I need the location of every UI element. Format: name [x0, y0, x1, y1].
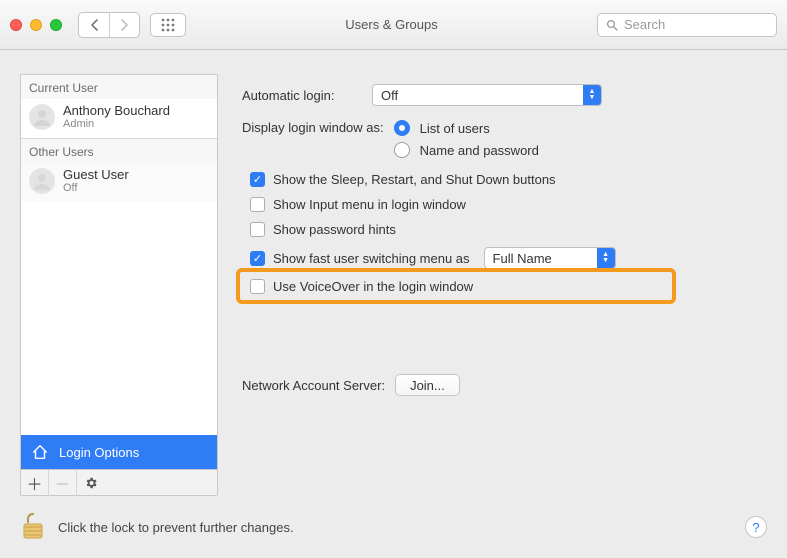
remove-user-button: －	[49, 470, 77, 496]
automatic-login-value: Off	[381, 88, 398, 103]
window-controls	[10, 19, 62, 31]
dropdown-stepper-icon: ▲▼	[597, 248, 615, 268]
sidebar-footer: ＋ －	[21, 469, 217, 495]
checkbox-input-label: Show Input menu in login window	[273, 197, 466, 212]
checkbox-hints-label: Show password hints	[273, 222, 396, 237]
display-login-label: Display login window as:	[242, 120, 384, 135]
checkbox-sleep-label: Show the Sleep, Restart, and Shut Down b…	[273, 172, 556, 187]
toolbar: Users & Groups	[0, 0, 787, 50]
radio-namepwd-label: Name and password	[420, 143, 539, 158]
login-options-label: Login Options	[59, 445, 139, 460]
current-user-name: Anthony Bouchard	[63, 103, 170, 118]
guest-user-row[interactable]: Guest User Off	[21, 163, 217, 202]
window-title: Users & Groups	[196, 17, 587, 32]
forward-button[interactable]	[109, 13, 139, 37]
login-options-panel: Automatic login: Off ▲▼ Display login wi…	[236, 74, 767, 496]
login-options-row[interactable]: Login Options	[21, 435, 217, 469]
radio-list-of-users[interactable]	[394, 120, 410, 136]
checkbox-fast-user-switching[interactable]: ✓	[250, 251, 265, 266]
checkbox-sleep-restart[interactable]: ✓	[250, 172, 265, 187]
avatar	[29, 104, 55, 130]
join-button[interactable]: Join...	[395, 374, 460, 396]
automatic-login-select[interactable]: Off ▲▼	[372, 84, 602, 106]
guest-user-role: Off	[63, 182, 129, 194]
current-user-row[interactable]: Anthony Bouchard Admin	[21, 99, 217, 138]
action-menu-button[interactable]	[77, 470, 105, 496]
search-icon	[606, 19, 618, 31]
add-user-button[interactable]: ＋	[21, 470, 49, 496]
fast-user-switching-value: Full Name	[493, 251, 552, 266]
dropdown-stepper-icon: ▲▼	[583, 85, 601, 105]
home-icon	[31, 443, 49, 461]
search-input[interactable]	[624, 17, 768, 32]
zoom-window-button[interactable]	[50, 19, 62, 31]
join-button-label: Join...	[410, 378, 445, 393]
network-account-server-label: Network Account Server:	[242, 378, 385, 393]
other-users-header: Other Users	[21, 139, 217, 163]
guest-user-name: Guest User	[63, 167, 129, 182]
radio-list-label: List of users	[420, 121, 490, 136]
minimize-window-button[interactable]	[30, 19, 42, 31]
radio-name-password[interactable]	[394, 142, 410, 158]
automatic-login-label: Automatic login:	[242, 88, 362, 103]
current-user-role: Admin	[63, 118, 170, 130]
current-user-header: Current User	[21, 75, 217, 99]
help-button[interactable]: ?	[745, 516, 767, 538]
nav-buttons	[78, 12, 140, 38]
search-field[interactable]	[597, 13, 777, 37]
fast-user-switching-select[interactable]: Full Name ▲▼	[484, 247, 616, 269]
show-all-button[interactable]	[150, 13, 186, 37]
avatar	[29, 168, 55, 194]
highlight-annotation	[236, 268, 676, 304]
checkbox-password-hints[interactable]	[250, 222, 265, 237]
unlocked-lock-icon[interactable]	[20, 512, 46, 542]
close-window-button[interactable]	[10, 19, 22, 31]
lock-text: Click the lock to prevent further change…	[58, 520, 294, 535]
back-button[interactable]	[79, 13, 109, 37]
checkbox-input-menu[interactable]	[250, 197, 265, 212]
checkbox-fastswitch-label: Show fast user switching menu as	[273, 251, 470, 266]
users-sidebar: Current User Anthony Bouchard Admin Othe…	[20, 74, 218, 496]
